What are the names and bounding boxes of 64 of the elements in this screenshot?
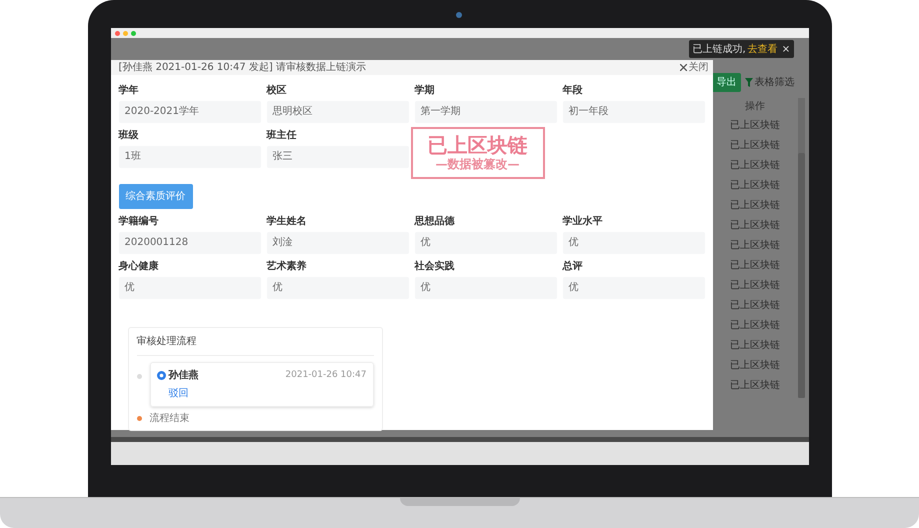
read-only-field: 思明校区 [266,101,408,123]
field-label: 社会实践 [414,260,456,274]
field-label: 校区 [266,84,288,98]
read-only-field: 优 [562,232,704,254]
camera-icon [456,12,462,18]
field-label: 艺术素养 [266,260,308,274]
read-only-field: 优 [414,277,556,299]
read-only-field: 优 [118,277,260,299]
filter-dropdown[interactable]: 表格筛选 [754,74,794,90]
read-only-field: 2020-2021学年 [118,101,260,123]
field-label: 学年 [118,84,140,98]
status-link[interactable]: 已上区块链 [730,276,780,296]
field-label: 学生姓名 [266,215,308,229]
status-link[interactable]: 已上区块链 [730,336,780,356]
read-only-field: 优 [266,277,408,299]
status-link[interactable]: 已上区块链 [730,376,780,396]
scrollbar-thumb[interactable] [798,153,804,398]
step-link[interactable]: 驳回 [168,386,188,401]
stamp-title: 已上区块链 [428,134,528,157]
status-link[interactable]: 已上区块链 [730,136,780,156]
field-label: 年段 [562,84,584,98]
read-only-field: 第一学期 [414,101,556,123]
field-label: 身心健康 [118,260,160,274]
status-link[interactable]: 已上区块链 [730,316,780,336]
status-link[interactable]: 已上区块链 [730,236,780,256]
field-label: 学籍编号 [118,215,160,229]
modal-title: [孙佳燕 2021-01-26 10:47 发起] 请审核数据上链演示 [118,60,366,75]
user-badge-icon [156,371,166,380]
status-link[interactable]: 已上区块链 [730,176,780,196]
toast-message: 已上链成功, [692,42,746,56]
field-label: 思想品德 [414,215,456,229]
read-only-field: 1班 [118,146,260,168]
status-link[interactable]: 已上区块链 [730,216,780,236]
filter-icon [744,78,752,86]
close-icon [680,64,686,71]
status-link[interactable]: 已上区块链 [730,196,780,216]
export-button[interactable]: 导出 [712,72,740,92]
status-link[interactable]: 已上区块链 [730,356,780,376]
field-label: 学业水平 [562,215,604,229]
status-link[interactable]: 已上区块链 [730,256,780,276]
field-label: 总评 [562,260,584,274]
status-link[interactable]: 已上区块链 [730,116,780,136]
field-label: 班主任 [266,129,298,143]
card-title: 审核处理流程 [136,334,374,356]
status-link[interactable]: 已上区块链 [730,296,780,316]
read-only-field: 张三 [266,146,408,168]
step-user: 孙佳燕 [168,368,198,383]
read-only-field: 初一年段 [562,101,704,123]
read-only-field: 优 [562,277,704,299]
column-header: 操作 [745,100,765,114]
stamp-subtitle: —数据被篡改— [436,157,520,172]
field-label: 学期 [414,84,436,98]
status-link[interactable]: 已上区块链 [730,156,780,176]
step-label: 流程结束 [150,412,190,426]
toast-link[interactable]: 去查看 [748,42,778,56]
field-label: 班级 [118,129,140,143]
read-only-field: 2020001128 [118,232,260,254]
step-time: 2021-01-26 10:47 [285,368,366,382]
section-button[interactable]: 综合素质评价 [118,184,192,209]
read-only-field: 优 [414,232,556,254]
read-only-field: 刘淦 [266,232,408,254]
scrollbar[interactable] [798,98,804,398]
close-button[interactable]: 关闭 [680,60,708,75]
close-icon[interactable]: × [782,42,790,56]
